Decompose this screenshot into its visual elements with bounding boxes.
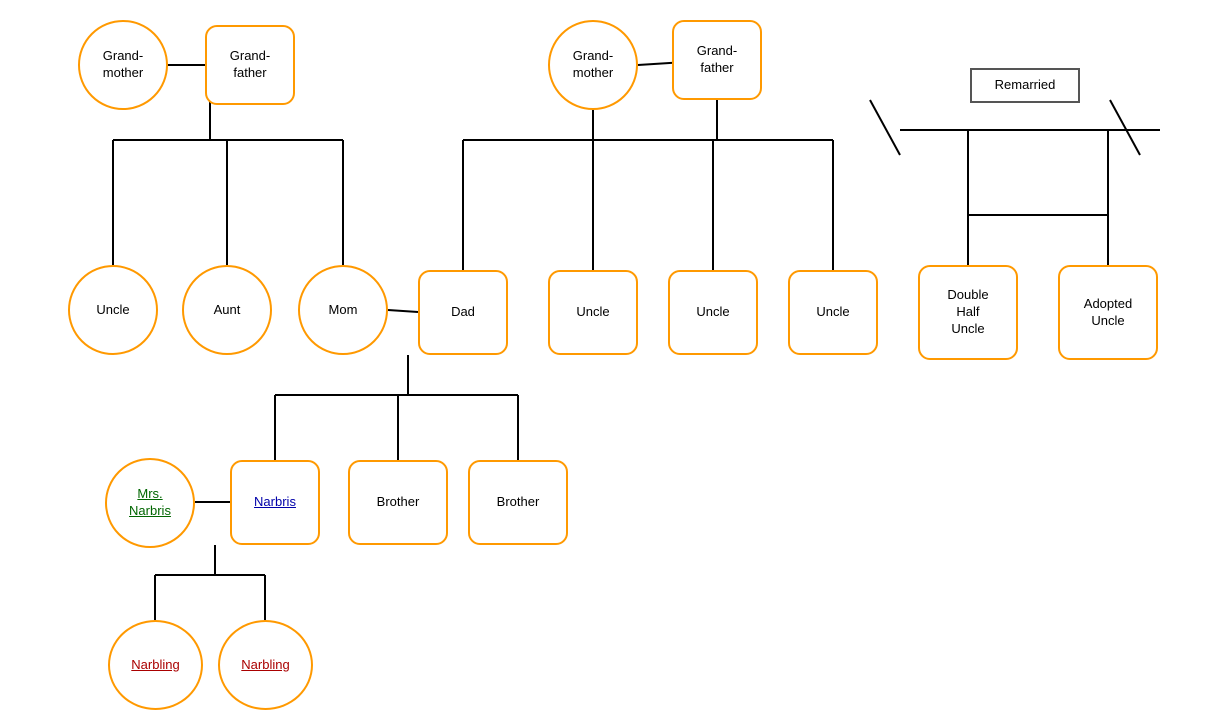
double-half-uncle-node: Double Half Uncle	[918, 265, 1018, 360]
aunt-node: Aunt	[182, 265, 272, 355]
mom-node: Mom	[298, 265, 388, 355]
mrs-narbris-node: Mrs. Narbris	[105, 458, 195, 548]
family-tree-chart: Grand- mother Grand- father Grand- mothe…	[0, 0, 1207, 724]
grandfather2-node: Grand- father	[672, 20, 762, 100]
adopted-uncle-node: Adopted Uncle	[1058, 265, 1158, 360]
uncle3-node: Uncle	[668, 270, 758, 355]
brother2-node: Brother	[468, 460, 568, 545]
narbling1-node: Narbling	[108, 620, 203, 710]
remarried-label: Remarried	[970, 68, 1080, 103]
uncle1-node: Uncle	[68, 265, 158, 355]
grandfather1-node: Grand- father	[205, 25, 295, 105]
narbris-node: Narbris	[230, 460, 320, 545]
narbling2-node: Narbling	[218, 620, 313, 710]
grandmother1-node: Grand- mother	[78, 20, 168, 110]
brother1-node: Brother	[348, 460, 448, 545]
grandmother2-node: Grand- mother	[548, 20, 638, 110]
dad-node: Dad	[418, 270, 508, 355]
uncle4-node: Uncle	[788, 270, 878, 355]
uncle2-node: Uncle	[548, 270, 638, 355]
